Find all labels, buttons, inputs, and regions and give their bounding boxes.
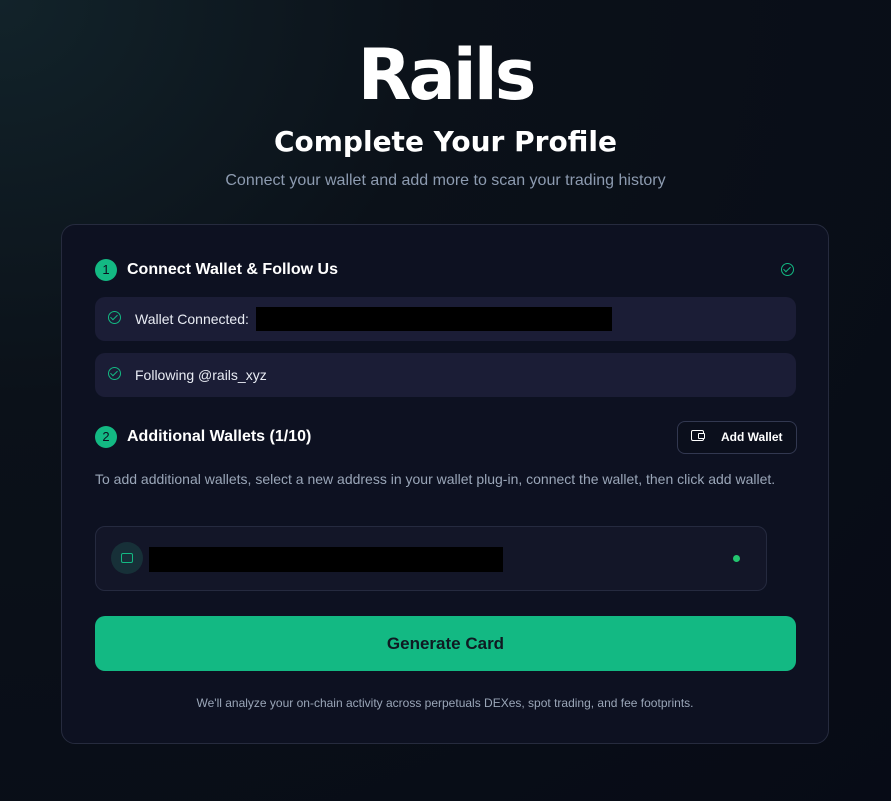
following-label: Following @rails_xyz: [135, 367, 267, 383]
page-title: Complete Your Profile: [273, 125, 618, 158]
add-wallet-helper-text: To add additional wallets, select a new …: [95, 471, 776, 487]
add-wallet-button[interactable]: Add Wallet: [677, 421, 797, 454]
page-subtitle: Connect your wallet and add more to scan…: [225, 172, 666, 189]
step-1-title: Connect Wallet & Follow Us: [127, 261, 338, 278]
wallet-connected-label: Wallet Connected:: [135, 311, 249, 327]
wallet-address-redacted: [149, 547, 503, 572]
wallet-address-redacted: [256, 307, 612, 331]
step-2-title: Additional Wallets (1/10): [127, 428, 312, 445]
wallet-connected-row: Wallet Connected:: [95, 297, 796, 341]
step-1-badge: 1: [95, 259, 117, 281]
add-wallet-label: Add Wallet: [721, 430, 783, 444]
wallet-connected-check-icon: [108, 311, 121, 324]
additional-wallet-item[interactable]: [95, 526, 767, 591]
step-1-complete-check-icon: [781, 263, 794, 276]
wallet-avatar: [111, 542, 143, 574]
status-dot-icon: [733, 555, 740, 562]
step-2-badge: 2: [95, 426, 117, 448]
rails-logo: Rails: [357, 34, 537, 116]
following-row: Following @rails_xyz: [95, 353, 796, 397]
analysis-footnote: We'll analyze your on-chain activity acr…: [196, 696, 694, 710]
following-check-icon: [108, 367, 121, 380]
generate-card-button[interactable]: Generate Card: [95, 616, 796, 671]
wallet-icon: [691, 430, 705, 441]
wallet-icon: [121, 553, 133, 563]
profile-card: 1 Connect Wallet & Follow Us Wallet Conn…: [61, 224, 829, 744]
